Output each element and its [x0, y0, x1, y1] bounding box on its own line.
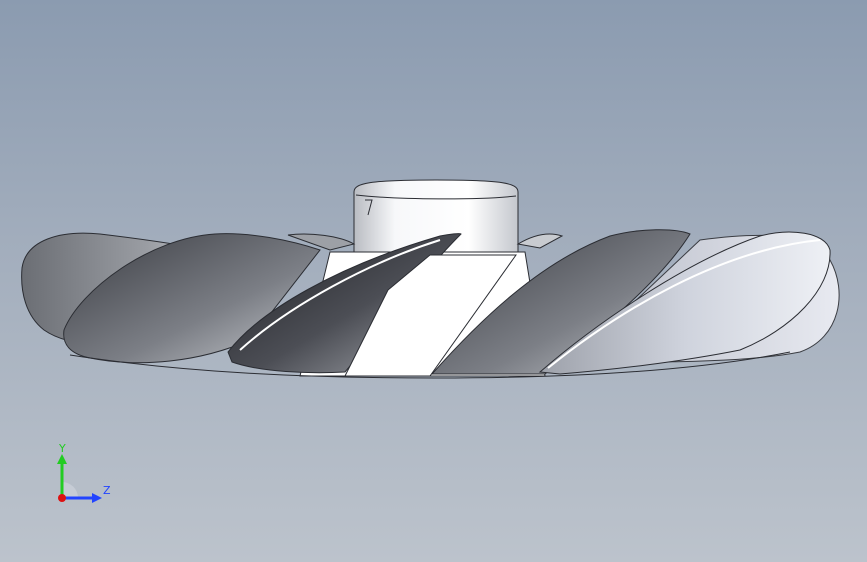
blade-tip-right: [516, 233, 564, 249]
impeller-model[interactable]: [0, 0, 867, 562]
triad-z-label: Z: [103, 484, 111, 497]
triad-y-label: Y: [59, 442, 66, 455]
orientation-triad[interactable]: Y Z: [48, 440, 118, 510]
graphics-viewport[interactable]: Y Z: [0, 0, 867, 562]
